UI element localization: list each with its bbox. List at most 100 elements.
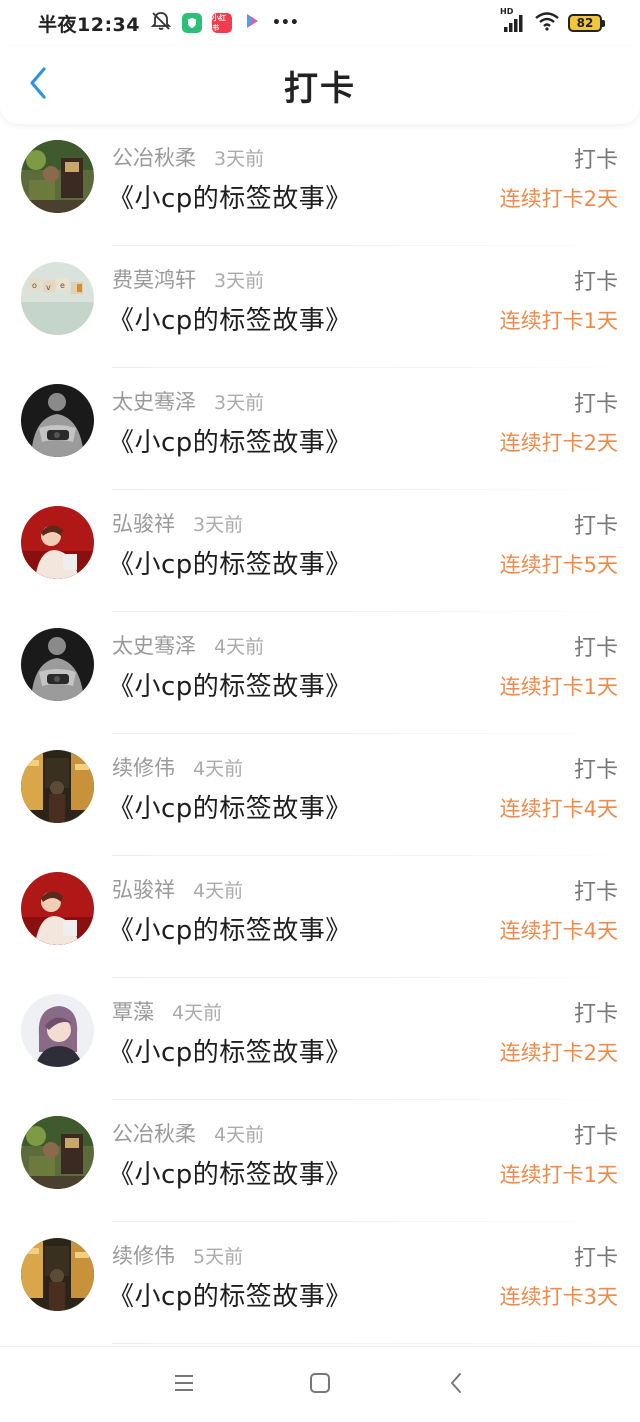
user-avatar[interactable] [21,994,94,1067]
story-title: 《小cp的标签故事》 [108,1160,352,1190]
user-name: 续修伟 [112,1244,175,1268]
checkin-list-item[interactable]: 公冶秋柔 3天前《小cp的标签故事》 打卡连续打卡2天 [0,124,640,246]
checkin-action-label: 打卡 [573,636,618,661]
checkin-action-label: 打卡 [573,514,618,539]
bell-off-icon [150,10,172,37]
story-title: 《小cp的标签故事》 [108,428,352,458]
time-ago: 3天前 [214,392,265,414]
checkin-action-label: 打卡 [573,1124,618,1149]
checkin-action-label: 打卡 [573,148,618,173]
streak-label: 连续打卡2天 [499,187,618,211]
checkin-action-label: 打卡 [573,758,618,783]
user-name: 公冶秋柔 [112,1122,196,1146]
checkin-list-item[interactable]: 公冶秋柔 4天前《小cp的标签故事》 打卡连续打卡1天 [0,1100,640,1222]
system-back-button[interactable] [443,1372,469,1398]
user-avatar[interactable] [21,872,94,945]
time-ago: 4天前 [193,758,244,780]
checkin-list: 公冶秋柔 3天前 《小cp的标签故事》 打卡 连续打卡2天 o v e 费莫鸿轩 3天前 《小cp的… [0,124,640,1346]
checkin-action-label: 打卡 [573,880,618,905]
svg-text:v: v [46,283,51,292]
story-title: 《小cp的标签故事》 [108,550,352,580]
status-time: 半夜12:34 [38,13,140,36]
user-avatar[interactable]: ove [21,262,94,335]
menu-button[interactable] [171,1372,197,1398]
checkin-list-item[interactable]: 续修伟 5天前《小cp的标签故事》 打卡连续打卡3天 [0,1222,640,1344]
streak-label: 连续打卡5天 [499,553,618,577]
checkin-list-item[interactable]: 续修伟 4天前《小cp的标签故事》 打卡连续打卡4天 [0,734,640,856]
checkin-action-label: 打卡 [573,392,618,417]
svg-text:o: o [32,281,37,290]
checkin-action-label: 打卡 [573,1002,618,1027]
user-name: 弘骏祥 [112,512,175,536]
time-ago: 4天前 [193,880,244,902]
header: 打卡 [0,46,640,124]
network-hd-label: HD [500,7,514,16]
screen: 半夜12:34 小红书 ••• HD 82 打卡 公冶秋柔 3天前 《小cp的标… [0,0,640,1422]
shield-app-icon [181,13,202,33]
user-avatar[interactable] [21,140,94,213]
wifi-icon [534,11,560,36]
checkin-list-item[interactable]: 太史骞泽 3天前《小cp的标签故事》 打卡连续打卡2天 [0,368,640,490]
story-title: 《小cp的标签故事》 [108,306,352,336]
status-left: 半夜12:34 小红书 ••• [38,10,299,37]
user-avatar[interactable] [21,384,94,457]
streak-label: 连续打卡4天 [499,919,618,943]
story-title: 《小cp的标签故事》 [108,794,352,824]
time-ago: 5天前 [193,1246,244,1268]
streak-label: 连续打卡4天 [499,797,618,821]
play-app-icon [242,11,262,36]
checkin-list-item[interactable]: 覃藻 4天前《小cp的标签故事》 打卡连续打卡2天 [0,978,640,1100]
signal-icon: HD [500,7,526,33]
xiaohongshu-app-icon: 小红书 [211,13,232,33]
user-avatar[interactable] [21,628,94,701]
user-name: 续修伟 [112,756,175,780]
time-ago: 3天前 [214,148,265,170]
user-avatar[interactable] [21,750,94,823]
checkin-list-item[interactable]: 弘骏祥 4天前《小cp的标签故事》 打卡连续打卡4天 [0,856,640,978]
user-name: 弘骏祥 [112,878,175,902]
user-name: 太史骞泽 [112,634,196,658]
user-avatar[interactable] [21,506,94,579]
streak-label: 连续打卡2天 [499,431,618,455]
time-ago: 3天前 [214,270,265,292]
back-button[interactable] [18,62,58,108]
battery-indicator: 82 [568,14,605,32]
status-bar: 半夜12:34 小红书 ••• HD 82 [0,0,640,46]
user-name: 太史骞泽 [112,390,196,414]
story-title: 《小cp的标签故事》 [108,672,352,702]
story-title: 《小cp的标签故事》 [108,1282,352,1312]
streak-label: 连续打卡1天 [499,1163,618,1187]
user-avatar[interactable] [21,1116,94,1189]
page-title: 打卡 [284,68,356,109]
story-title: 《小cp的标签故事》 [108,184,352,214]
time-ago: 4天前 [214,1124,265,1146]
chevron-left-icon [27,66,49,104]
story-title: 《小cp的标签故事》 [108,1038,352,1068]
home-square-icon [309,1372,331,1398]
streak-label: 连续打卡3天 [499,1285,618,1309]
system-nav-bar [0,1346,640,1422]
home-button[interactable] [307,1372,333,1398]
checkin-list-item[interactable]: 弘骏祥 3天前《小cp的标签故事》 打卡连续打卡5天 [0,490,640,612]
streak-label: 连续打卡1天 [499,675,618,699]
row-divider [112,1343,640,1344]
time-ago: 4天前 [214,636,265,658]
streak-label: 连续打卡1天 [499,309,618,333]
time-ago: 4天前 [172,1002,223,1024]
checkin-list-item[interactable]: o v e 费莫鸿轩 3天前《小cp的标签故事》 打卡连续打卡1天 [0,246,640,368]
back-triangle-icon [449,1372,463,1398]
streak-label: 连续打卡2天 [499,1041,618,1065]
user-name: 费莫鸿轩 [112,268,196,292]
menu-icon [173,1373,195,1397]
svg-text:e: e [60,281,65,290]
story-title: 《小cp的标签故事》 [108,916,352,946]
checkin-action-label: 打卡 [573,1246,618,1271]
status-right: HD 82 [500,7,605,36]
checkin-action-label: 打卡 [573,270,618,295]
user-avatar[interactable] [21,1238,94,1311]
time-ago: 3天前 [193,514,244,536]
user-name: 公冶秋柔 [112,146,196,170]
checkin-list-item[interactable]: 太史骞泽 4天前《小cp的标签故事》 打卡连续打卡1天 [0,612,640,734]
more-dots-icon: ••• [271,15,299,31]
user-name: 覃藻 [112,1000,154,1024]
